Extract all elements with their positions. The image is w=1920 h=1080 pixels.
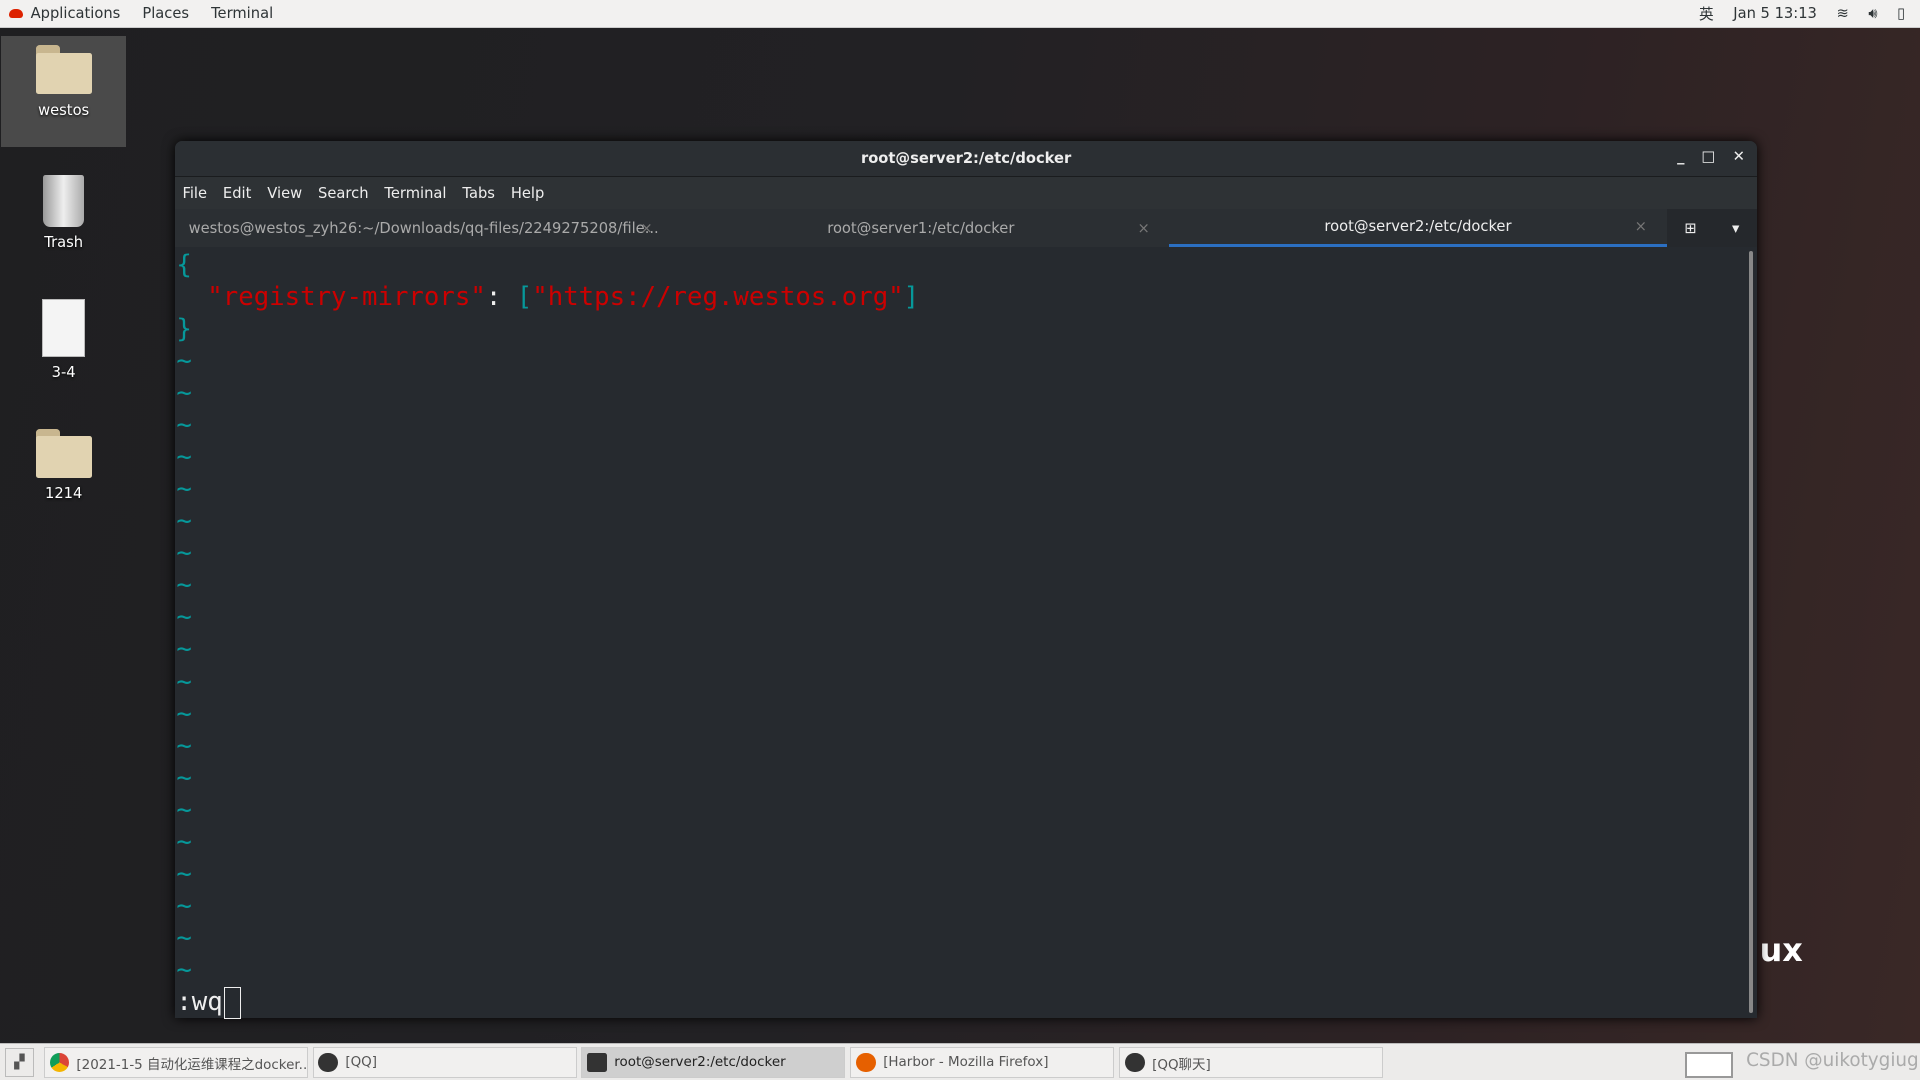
empty-line-tilde: ~: [176, 602, 192, 633]
scrollbar[interactable]: [1748, 251, 1754, 1013]
wifi-icon[interactable]: ≋: [1836, 5, 1848, 22]
taskbar-label: root@server2:/etc/docker: [614, 1055, 786, 1071]
desktop-icon-label: 1214: [44, 484, 83, 502]
empty-line-tilde: ~: [176, 506, 192, 537]
tab-close-icon[interactable]: ×: [1635, 218, 1647, 235]
empty-line-tilde: ~: [176, 666, 192, 697]
json-key: "registry-mirrors": [207, 281, 486, 312]
taskbar: ▞ [2021-1-5 自动化运维课程之docker... [QQ] root@…: [0, 1043, 1920, 1080]
volume-icon[interactable]: 🔊︎: [1868, 5, 1877, 22]
qq-icon: [318, 1052, 338, 1073]
empty-line-tilde: ~: [176, 859, 192, 890]
firefox-icon: [856, 1052, 876, 1073]
vim-command: :wq: [176, 987, 223, 1018]
json-colon: :: [485, 281, 517, 312]
document-icon: [41, 298, 86, 358]
clock[interactable]: Jan 5 13:13: [1733, 5, 1817, 22]
json-bracket: ]: [903, 281, 920, 312]
menu-help[interactable]: Help: [511, 185, 544, 202]
csdn-watermark: CSDN @uikotygiug: [1746, 1050, 1919, 1072]
menu-terminal[interactable]: Terminal: [384, 185, 446, 202]
empty-line-tilde: ~: [176, 345, 192, 376]
empty-line-tilde: ~: [176, 923, 192, 954]
close-button[interactable]: ✕: [1733, 148, 1745, 165]
tab-label: root@server2:/etc/docker: [1324, 218, 1512, 236]
json-brace: {: [176, 249, 192, 280]
desktop-icon-1214[interactable]: 1214: [1, 419, 126, 502]
empty-line-tilde: ~: [176, 474, 192, 505]
menu-search[interactable]: Search: [318, 185, 368, 202]
taskbar-label: [Harbor - Mozilla Firefox]: [883, 1055, 1049, 1071]
desktop-icon-label: Trash: [44, 233, 84, 251]
menu-tabs[interactable]: Tabs: [462, 185, 495, 202]
cursor: [223, 987, 241, 1019]
taskbar-item-chrome[interactable]: [2021-1-5 自动化运维课程之docker...: [43, 1046, 308, 1079]
tab-close-icon[interactable]: ×: [640, 220, 652, 237]
applications-menu[interactable]: Applications: [31, 5, 121, 22]
taskbar-label: [QQ]: [345, 1055, 378, 1071]
taskbar-item-terminal[interactable]: root@server2:/etc/docker: [581, 1046, 846, 1079]
json-brace: }: [176, 313, 192, 344]
desktop-icon-trash[interactable]: Trash: [1, 165, 126, 251]
empty-line-tilde: ~: [176, 634, 192, 665]
empty-line-tilde: ~: [176, 698, 192, 729]
empty-line-tilde: ~: [176, 730, 192, 761]
new-tab-icon[interactable]: ⊞: [1684, 220, 1696, 237]
minimize-button[interactable]: _: [1677, 148, 1684, 165]
tab-label: westos@westos_zyh26:~/Downloads/qq-files…: [188, 219, 659, 237]
tab-bar: westos@westos_zyh26:~/Downloads/qq-files…: [175, 209, 1758, 248]
terminal-window: root@server2:/etc/docker _ □ ✕ File Edit…: [175, 140, 1758, 1019]
tab-westos-downloads[interactable]: westos@westos_zyh26:~/Downloads/qq-files…: [175, 209, 672, 247]
taskbar-label: [QQ聊天]: [1152, 1057, 1211, 1073]
background-watermark-text: ux: [1759, 930, 1803, 969]
terminal-icon: [587, 1052, 607, 1073]
empty-line-tilde: ~: [176, 442, 192, 473]
show-desktop-button[interactable]: ▞: [4, 1048, 34, 1078]
tab-server2[interactable]: root@server2:/etc/docker ×: [1169, 209, 1667, 248]
title-bar[interactable]: root@server2:/etc/docker _ □ ✕: [175, 140, 1758, 178]
terminal-app-menu[interactable]: Terminal: [211, 5, 273, 22]
empty-line-tilde: ~: [176, 377, 192, 408]
terminal-content[interactable]: { "registry-mirrors": ["https://reg.west…: [175, 247, 1748, 1019]
empty-line-tilde: ~: [176, 794, 192, 825]
home-folder-icon: [35, 45, 92, 95]
workspace-switcher[interactable]: [1684, 1051, 1733, 1078]
window-title: root@server2:/etc/docker: [860, 150, 1072, 168]
input-method[interactable]: 英: [1699, 3, 1714, 24]
empty-line-tilde: ~: [176, 538, 192, 569]
tab-close-icon[interactable]: ×: [1137, 220, 1149, 237]
maximize-button[interactable]: □: [1702, 148, 1716, 165]
desktop-icon-westos[interactable]: westos: [1, 35, 127, 147]
folder-icon: [35, 428, 92, 478]
desktop-icon-label: westos: [38, 101, 90, 119]
places-menu[interactable]: Places: [142, 5, 189, 22]
desktop-icon-label: 3-4: [51, 364, 76, 382]
tab-label: root@server1:/etc/docker: [827, 219, 1015, 237]
top-bar: Applications Places Terminal 英 Jan 5 13:…: [0, 0, 1920, 28]
battery-icon[interactable]: ▯: [1897, 5, 1905, 22]
menu-edit[interactable]: Edit: [223, 185, 251, 202]
taskbar-item-qq[interactable]: [QQ]: [312, 1046, 577, 1079]
empty-line-tilde: ~: [176, 955, 192, 986]
chrome-icon: [49, 1052, 70, 1073]
trash-icon: [42, 175, 85, 227]
json-bracket: [: [516, 281, 533, 312]
menu-view[interactable]: View: [267, 185, 302, 202]
desktop-icon-3-4[interactable]: 3-4: [1, 291, 126, 381]
taskbar-item-firefox[interactable]: [Harbor - Mozilla Firefox]: [850, 1046, 1115, 1079]
empty-line-tilde: ~: [176, 570, 192, 601]
empty-line-tilde: ~: [176, 409, 192, 440]
menu-file[interactable]: File: [182, 185, 207, 202]
tab-server1[interactable]: root@server1:/etc/docker ×: [672, 209, 1169, 247]
empty-line-tilde: ~: [176, 762, 192, 793]
redhat-icon: [8, 8, 24, 19]
qq-icon: [1125, 1052, 1145, 1073]
json-value: "https://reg.westos.org": [532, 281, 904, 312]
tabs-dropdown-icon[interactable]: ▾: [1732, 220, 1739, 237]
taskbar-item-qq-chat[interactable]: [QQ聊天]: [1119, 1046, 1384, 1079]
taskbar-label: [2021-1-5 自动化运维课程之docker...: [76, 1057, 308, 1073]
empty-line-tilde: ~: [176, 891, 192, 922]
menu-bar: File Edit View Search Terminal Tabs Help: [175, 177, 1758, 210]
empty-line-tilde: ~: [176, 826, 192, 857]
